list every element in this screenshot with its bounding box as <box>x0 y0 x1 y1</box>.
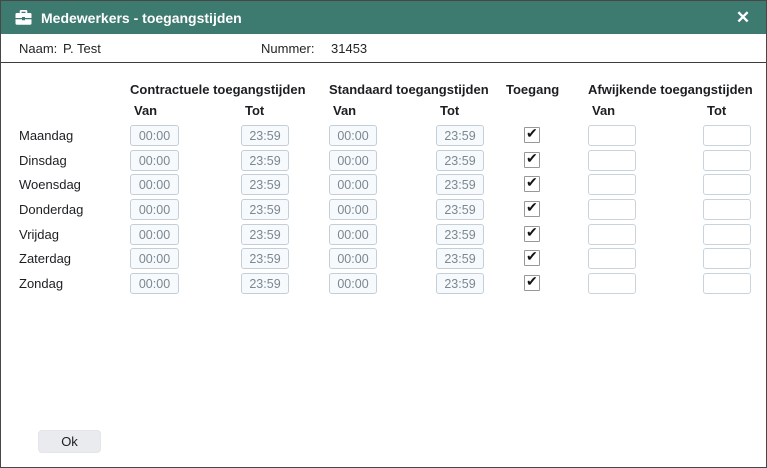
briefcase-icon <box>15 10 32 25</box>
contract-van-input <box>130 248 179 269</box>
header-afwijkend-tot: Tot <box>707 103 726 118</box>
day-label: Zaterdag <box>19 248 71 269</box>
naam-label: Naam: <box>19 41 57 56</box>
toegang-checkbox[interactable] <box>524 250 540 266</box>
toegang-checkbox[interactable] <box>524 201 540 217</box>
afwijkend-tot-input[interactable] <box>703 174 751 195</box>
table-row: Zaterdag <box>1 248 766 269</box>
contract-tot-input <box>241 199 289 220</box>
day-label: Vrijdag <box>19 224 59 245</box>
contract-tot-input <box>241 248 289 269</box>
window-title: Medewerkers - toegangstijden <box>41 10 242 26</box>
afwijkend-van-input[interactable] <box>588 248 636 269</box>
table-row: Vrijdag <box>1 224 766 245</box>
standaard-van-input <box>329 248 377 269</box>
afwijkend-tot-input[interactable] <box>703 248 751 269</box>
afwijkend-tot-input[interactable] <box>703 273 751 294</box>
nummer-label: Nummer: <box>261 41 314 56</box>
toegang-checkbox[interactable] <box>524 226 540 242</box>
toegang-checkbox[interactable] <box>524 152 540 168</box>
header-contract-tot: Tot <box>245 103 264 118</box>
ok-button[interactable]: Ok <box>38 430 101 453</box>
header-standaard-toegangstijden: Standaard toegangstijden <box>329 82 489 97</box>
day-label: Dinsdag <box>19 150 67 171</box>
header-afwijkend-van: Van <box>592 103 615 118</box>
standaard-tot-input <box>436 150 484 171</box>
contract-van-input <box>130 199 179 220</box>
contract-van-input <box>130 273 179 294</box>
standaard-van-input <box>329 273 377 294</box>
contract-van-input <box>130 125 179 146</box>
afwijkend-van-input[interactable] <box>588 224 636 245</box>
header-contractuele-toegangstijden: Contractuele toegangstijden <box>130 82 306 97</box>
standaard-van-input <box>329 174 377 195</box>
table-row: Woensdag <box>1 174 766 195</box>
contract-tot-input <box>241 224 289 245</box>
table-row: Maandag <box>1 125 766 146</box>
title-bar: Medewerkers - toegangstijden ✕ <box>1 1 766 34</box>
table-row: Donderdag <box>1 199 766 220</box>
header-afwijkende-toegangstijden: Afwijkende toegangstijden <box>588 82 753 97</box>
afwijkend-van-input[interactable] <box>588 150 636 171</box>
afwijkend-tot-input[interactable] <box>703 199 751 220</box>
day-label: Donderdag <box>19 199 83 220</box>
toegang-checkbox[interactable] <box>524 275 540 291</box>
standaard-tot-input <box>436 174 484 195</box>
afwijkend-van-input[interactable] <box>588 199 636 220</box>
naam-value: P. Test <box>63 41 101 56</box>
header-toegang: Toegang <box>506 82 559 97</box>
standaard-tot-input <box>436 125 484 146</box>
ok-button-label: Ok <box>61 434 78 449</box>
toegang-checkbox[interactable] <box>524 176 540 192</box>
afwijkend-van-input[interactable] <box>588 125 636 146</box>
afwijkend-tot-input[interactable] <box>703 150 751 171</box>
standaard-van-input <box>329 199 377 220</box>
contract-tot-input <box>241 174 289 195</box>
table-row: Zondag <box>1 273 766 294</box>
standaard-tot-input <box>436 199 484 220</box>
afwijkend-tot-input[interactable] <box>703 224 751 245</box>
day-label: Zondag <box>19 273 63 294</box>
standaard-tot-input <box>436 248 484 269</box>
day-label: Maandag <box>19 125 73 146</box>
afwijkend-van-input[interactable] <box>588 273 636 294</box>
header-standaard-tot: Tot <box>440 103 459 118</box>
contract-tot-input <box>241 150 289 171</box>
contract-tot-input <box>241 273 289 294</box>
standaard-tot-input <box>436 224 484 245</box>
contract-tot-input <box>241 125 289 146</box>
standaard-van-input <box>329 224 377 245</box>
dialog-medewerkers-toegangstijden: Medewerkers - toegangstijden ✕ Naam: P. … <box>0 0 767 468</box>
header-contract-van: Van <box>134 103 157 118</box>
standaard-van-input <box>329 150 377 171</box>
close-icon[interactable]: ✕ <box>731 1 755 34</box>
afwijkend-van-input[interactable] <box>588 174 636 195</box>
afwijkend-tot-input[interactable] <box>703 125 751 146</box>
contract-van-input <box>130 224 179 245</box>
toegang-checkbox[interactable] <box>524 127 540 143</box>
standaard-van-input <box>329 125 377 146</box>
table-row: Dinsdag <box>1 150 766 171</box>
standaard-tot-input <box>436 273 484 294</box>
nummer-value: 31453 <box>331 41 367 56</box>
contract-van-input <box>130 174 179 195</box>
header-standaard-van: Van <box>333 103 356 118</box>
employee-header: Naam: P. Test Nummer: 31453 <box>1 34 766 63</box>
contract-van-input <box>130 150 179 171</box>
day-label: Woensdag <box>19 174 81 195</box>
